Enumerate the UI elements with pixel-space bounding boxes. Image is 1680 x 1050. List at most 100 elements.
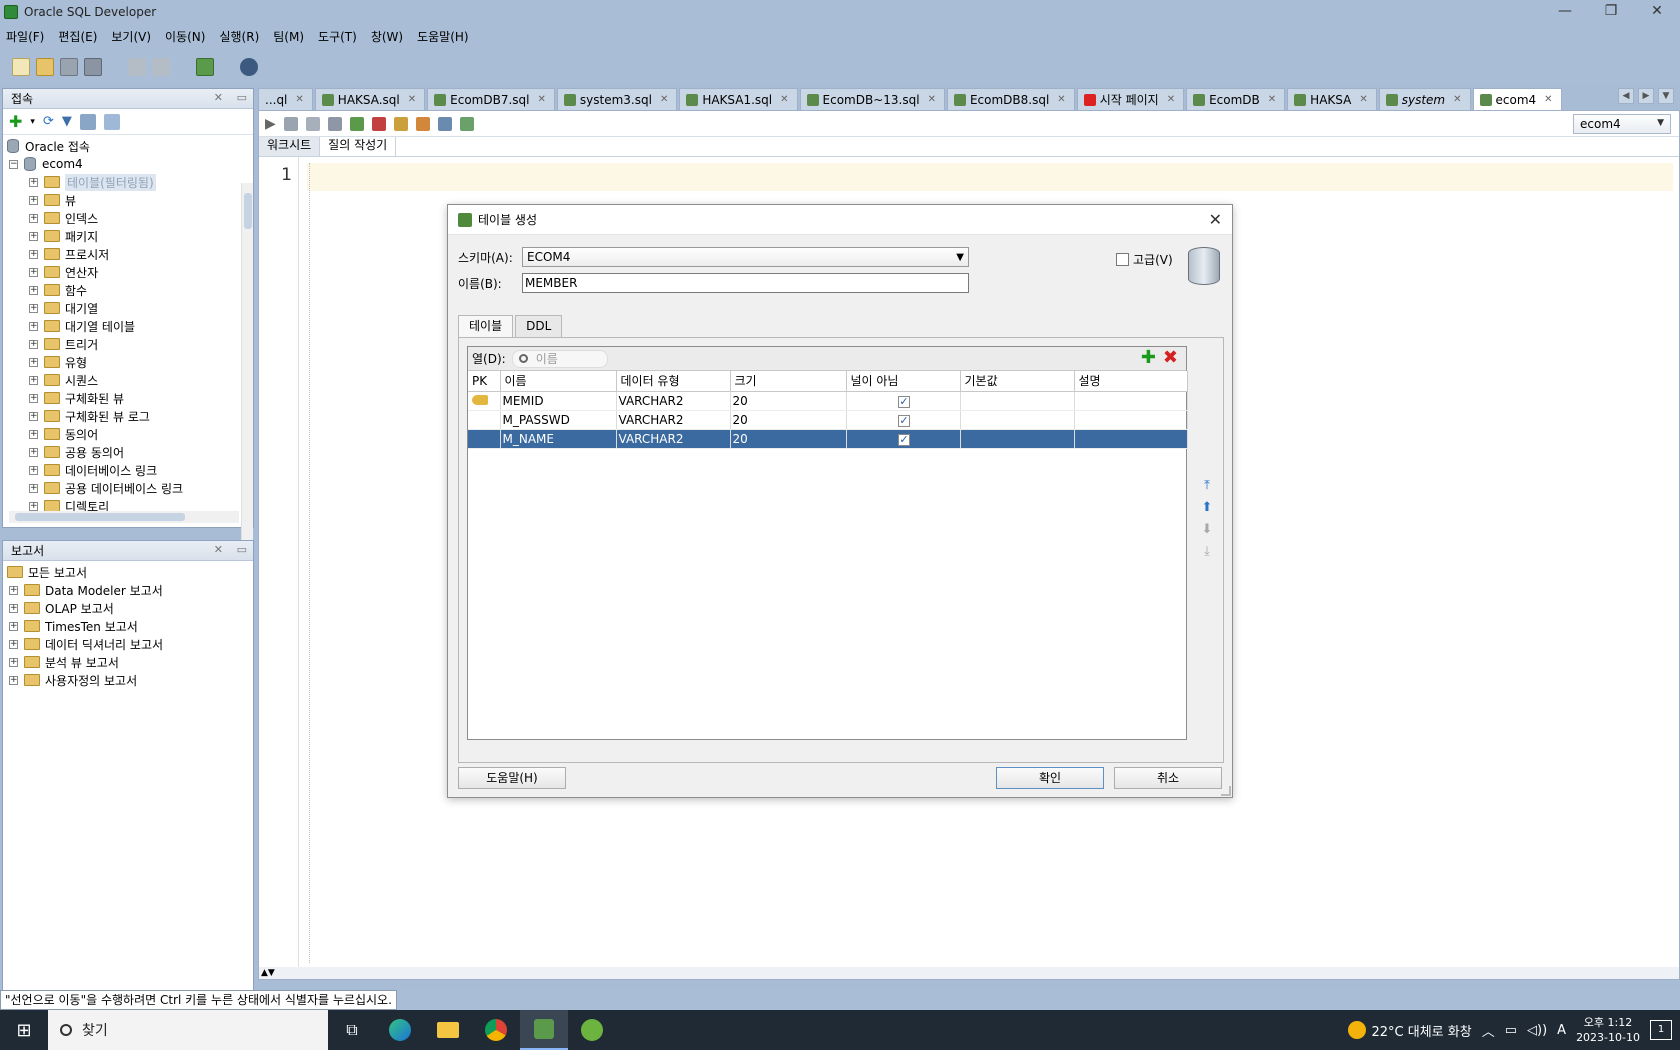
tree-root[interactable]: 모든 보고서 — [3, 563, 253, 581]
editor-tab[interactable]: HAKSA ✕ — [1287, 88, 1377, 110]
cancel-button[interactable]: 취소 — [1114, 767, 1222, 789]
expand-icon[interactable]: + — [9, 675, 18, 685]
resize-grip-icon[interactable] — [1221, 786, 1231, 796]
tree-item[interactable]: + 연산자 — [3, 263, 253, 281]
format-icon[interactable] — [459, 116, 474, 131]
menu-edit[interactable]: 편집(E) — [58, 28, 97, 45]
expand-icon[interactable]: + — [29, 267, 38, 277]
expand-icon[interactable]: + — [9, 639, 18, 649]
tree-item[interactable]: + 유형 — [3, 353, 253, 371]
not-null-cell[interactable]: ✓ — [846, 391, 961, 411]
tree-item[interactable]: + 구체화된 뷰 로그 — [3, 407, 253, 425]
clock[interactable]: 오후 1:12 2023-10-10 — [1576, 1015, 1640, 1045]
windows-start-icon[interactable]: ⊞ — [0, 1010, 48, 1050]
taskbar-search[interactable]: 찾기 — [48, 1010, 328, 1050]
not-null-cell[interactable]: ✓ — [846, 429, 961, 449]
dropdown-icon[interactable]: ▾ — [30, 117, 35, 127]
volume-icon[interactable]: ◁)) — [1527, 1023, 1547, 1038]
expand-icon[interactable]: + — [29, 249, 38, 259]
schema-select[interactable]: ECOM4 ▼ — [522, 247, 969, 267]
undo-icon[interactable] — [128, 58, 146, 76]
menu-tools[interactable]: 도구(T) — [318, 28, 357, 45]
expand-icon[interactable]: + — [29, 483, 38, 493]
expand-icon[interactable]: + — [29, 501, 38, 511]
header-name[interactable]: 이름 — [500, 371, 617, 392]
vertical-scrollbar[interactable] — [241, 183, 253, 557]
tree-item[interactable]: + 트리거 — [3, 335, 253, 353]
tree-item[interactable]: + OLAP 보고서 — [3, 599, 253, 617]
advanced-option[interactable]: 고급(V) — [1116, 251, 1173, 268]
size-cell[interactable]: 20 — [730, 429, 847, 449]
ime-indicator[interactable]: A — [1557, 1023, 1566, 1038]
expand-icon[interactable]: + — [29, 393, 38, 403]
tab-scroll-left-icon[interactable]: ◀ — [1618, 88, 1634, 104]
eraser-icon[interactable] — [415, 116, 430, 131]
editor-tab[interactable]: EcomDB ✕ — [1186, 88, 1286, 110]
schema-browser-icon[interactable] — [79, 113, 96, 130]
comment-cell[interactable] — [1074, 410, 1188, 430]
chevron-up-icon[interactable]: ︿ — [1482, 1021, 1495, 1040]
collapse-icon[interactable]: − — [9, 159, 18, 169]
column-name-cell[interactable]: M_NAME — [500, 429, 617, 449]
run-script-icon[interactable] — [283, 116, 298, 131]
menu-view[interactable]: 보기(V) — [111, 28, 151, 45]
column-name-cell[interactable]: MEMID — [500, 391, 617, 411]
close-tab-icon[interactable]: ✕ — [408, 94, 416, 105]
not-null-cell[interactable]: ✓ — [846, 410, 961, 430]
comment-cell[interactable] — [1074, 429, 1188, 449]
tree-item[interactable]: + 사용자정의 보고서 — [3, 671, 253, 689]
menu-team[interactable]: 팀(M) — [273, 28, 304, 45]
close-icon[interactable]: ✕ — [214, 543, 223, 556]
expand-icon[interactable]: + — [29, 303, 38, 313]
expand-icon[interactable]: + — [29, 429, 38, 439]
sql-worksheet-icon[interactable] — [196, 58, 214, 76]
history-icon[interactable] — [437, 116, 452, 131]
tab-scroll-right-icon[interactable]: ▶ — [1638, 88, 1654, 104]
editor-tab[interactable]: 시작 페이지 ✕ — [1076, 88, 1185, 110]
menu-window[interactable]: 창(W) — [371, 28, 403, 45]
tab-list-icon[interactable]: ▼ — [1658, 88, 1674, 104]
code-editor-line[interactable] — [307, 163, 1673, 191]
pk-cell[interactable] — [468, 429, 501, 449]
scroll-thumb[interactable] — [15, 513, 185, 521]
menu-file[interactable]: 파일(F) — [6, 28, 44, 45]
tab-ddl[interactable]: DDL — [515, 315, 563, 337]
move-to-bottom-icon[interactable]: ⤓ — [1199, 544, 1215, 560]
add-connection-icon[interactable]: ✚ — [9, 112, 22, 131]
filter-icon[interactable]: ▼ — [62, 114, 72, 129]
ok-button[interactable]: 확인 — [996, 767, 1104, 789]
editor-tab[interactable]: HAKSA1.sql ✕ — [679, 88, 798, 110]
tree-connection[interactable]: − ecom4 — [3, 155, 253, 173]
size-cell[interactable]: 20 — [730, 391, 847, 411]
tree-item[interactable]: + 대기열 테이블 — [3, 317, 253, 335]
tree-item[interactable]: + 공용 동의어 — [3, 443, 253, 461]
add-column-icon[interactable]: ✚ — [1141, 349, 1156, 367]
scroll-thumb[interactable] — [244, 193, 252, 229]
move-up-icon[interactable]: ⬆ — [1199, 500, 1215, 516]
default-cell[interactable] — [960, 429, 1075, 449]
binoculars-icon[interactable] — [240, 58, 258, 76]
connection-select[interactable]: ecom4 ▼ — [1573, 114, 1671, 134]
header-not-null[interactable]: 널이 아님 — [846, 371, 961, 392]
weather-widget[interactable]: 22°C 대체로 화창 — [1347, 1021, 1472, 1040]
data-type-cell[interactable]: VARCHAR2 — [616, 410, 731, 430]
save-icon[interactable] — [60, 58, 78, 76]
close-tab-icon[interactable]: ✕ — [660, 94, 668, 105]
table-row[interactable]: MEMID VARCHAR2 20 ✓ — [468, 391, 1188, 411]
close-tab-icon[interactable]: ✕ — [1359, 94, 1367, 105]
editor-tab[interactable]: system3.sql ✕ — [556, 88, 678, 110]
close-icon[interactable]: ✕ — [214, 91, 223, 104]
open-icon[interactable] — [36, 58, 54, 76]
close-tab-icon[interactable]: ✕ — [1057, 94, 1065, 105]
tab-query-builder[interactable]: 질의 작성기 — [320, 136, 397, 156]
tree-item[interactable]: + 대기열 — [3, 299, 253, 317]
expand-icon[interactable]: + — [9, 585, 18, 595]
close-tab-icon[interactable]: ✕ — [295, 94, 303, 105]
redo-icon[interactable] — [152, 58, 170, 76]
editor-tab[interactable]: ecom4 ✕ — [1472, 88, 1562, 110]
close-tab-icon[interactable]: ✕ — [538, 94, 546, 105]
expand-icon[interactable]: + — [9, 603, 18, 613]
tree-item[interactable]: + 프로시저 — [3, 245, 253, 263]
column-name-cell[interactable]: M_PASSWD — [500, 410, 617, 430]
expand-icon[interactable]: + — [29, 231, 38, 241]
